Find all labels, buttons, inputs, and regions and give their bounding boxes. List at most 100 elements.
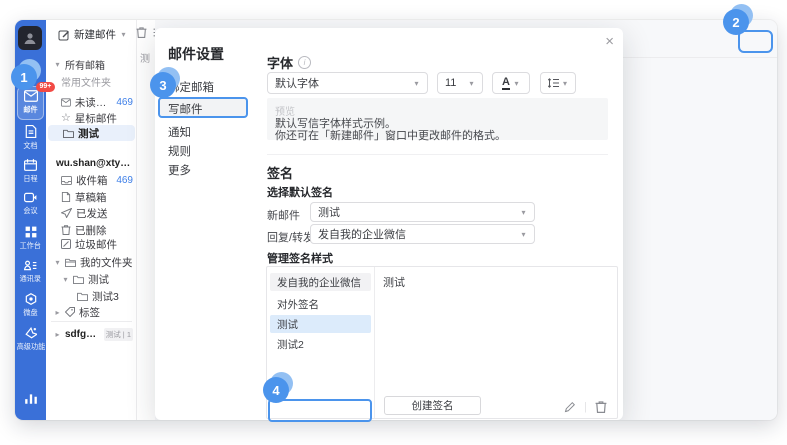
avatar[interactable]: [18, 26, 42, 50]
signature-item-wecom[interactable]: 发自我的企业微信: [270, 273, 371, 291]
document-icon: [25, 125, 37, 138]
account-row-2[interactable]: ▸ sdfghjl@xt... 测试 | 1: [46, 326, 137, 342]
folder-row-starred[interactable]: ☆ 星标邮件: [46, 110, 137, 126]
rail-item-meeting[interactable]: 会议: [15, 192, 46, 216]
folder-panel: 新建邮件 ▾ ▾ 所有邮箱 常用文件夹 未读邮件 469 ☆ 星标邮件 测试 w…: [46, 20, 137, 420]
divider: [267, 154, 608, 155]
person-icon: [22, 30, 38, 46]
grid-icon: [25, 226, 37, 238]
signature-preview-text: 测试: [383, 274, 405, 290]
signature-item-label: 对外签名: [277, 297, 319, 312]
rail-item-workbench[interactable]: 工作台: [15, 226, 46, 251]
create-signature-label: 创建签名: [412, 398, 454, 413]
folder-label: 未读邮件: [75, 95, 113, 110]
signature-item-label: 测试: [277, 317, 298, 332]
rail-item-mail[interactable]: 99+ 邮件: [15, 90, 46, 115]
unread-count: 469: [116, 175, 133, 186]
rail-item-stats[interactable]: [15, 392, 46, 405]
info-icon: i: [298, 56, 311, 69]
folder-label: 收件箱: [76, 173, 108, 188]
video-icon: [24, 192, 37, 203]
account-label: sdfghjl@xt...: [65, 329, 98, 340]
chevron-down-icon: ▾: [520, 230, 527, 239]
folder-row-test3[interactable]: 测试3: [46, 288, 137, 304]
step-number: 1: [11, 64, 37, 90]
signature-section-heading: 签名: [267, 163, 293, 182]
compose-button[interactable]: 新建邮件 ▾: [58, 27, 127, 42]
folder-row-test-sub[interactable]: ▾ 测试: [46, 271, 137, 287]
folder-label: 标签: [79, 305, 100, 320]
font-family-select[interactable]: 默认字体 ▾: [267, 72, 428, 94]
account-row-1[interactable]: wu.shan@xty321....: [46, 155, 137, 171]
caret-right-icon: ▸: [54, 308, 61, 317]
folder-label: 测试: [78, 126, 99, 141]
mail-settings-modal: 邮件设置 × 绑定邮箱 写邮件 通知 规则 更多 字体 i 默认字体 ▾ 11 …: [155, 28, 623, 420]
font-size-select[interactable]: 11 ▾: [437, 72, 483, 94]
step-annotation-3: 3: [150, 72, 176, 98]
folder-row-unread[interactable]: 未读邮件 469: [46, 94, 137, 110]
settings-menu-more[interactable]: 更多: [159, 161, 247, 178]
font-color-letter: A: [502, 77, 510, 90]
folder-row-sent[interactable]: 已发送: [46, 205, 137, 221]
folder-label: 草稿箱: [75, 190, 107, 205]
chevron-down-icon: ▾: [468, 79, 475, 88]
rail-item-advanced[interactable]: 高级功能: [15, 327, 46, 352]
folder-icon: [73, 275, 84, 284]
chevron-down-icon: ▾: [520, 208, 527, 217]
folder-all-mailboxes[interactable]: ▾ 所有邮箱: [46, 56, 137, 72]
mail-icon: [24, 90, 38, 102]
folder-row-test-selected[interactable]: 测试: [48, 125, 135, 141]
folder-row-inbox[interactable]: 收件箱 469: [46, 172, 137, 188]
font-color-button[interactable]: A ▾: [492, 72, 530, 94]
modal-title: 邮件设置: [168, 44, 224, 64]
rail-item-drive[interactable]: 微盘: [15, 293, 46, 318]
settings-menu-rules[interactable]: 规则: [159, 142, 247, 159]
caret-right-icon: ▸: [54, 330, 61, 339]
caret-down-icon: ▾: [54, 60, 61, 69]
folder-row-drafts[interactable]: 草稿箱: [46, 189, 137, 205]
new-mail-signature-select[interactable]: 测试 ▾: [310, 202, 535, 222]
signature-item-test-selected[interactable]: 测试: [270, 315, 371, 333]
toolbar-divider: [623, 57, 777, 58]
draft-icon: [61, 192, 71, 202]
signature-item-test2[interactable]: 测试2: [270, 335, 371, 353]
reply-forward-signature-value: 发自我的企业微信: [318, 226, 406, 242]
folder-row-tags[interactable]: ▸ 标签: [46, 304, 137, 320]
folder-label: 测试: [88, 272, 109, 287]
rail-item-calendar[interactable]: 日程: [15, 159, 46, 184]
line-spacing-button[interactable]: ▾: [540, 72, 576, 94]
delete-signature-icon[interactable]: [595, 401, 607, 413]
account-label: wu.shan@xty321....: [56, 158, 133, 169]
font-heading-label: 字体: [267, 53, 293, 72]
font-section-heading: 字体 i: [267, 53, 311, 72]
preview-line2: 你还可在「新建邮件」窗口中更改邮件的格式。: [275, 127, 506, 143]
folder-row-my-folders[interactable]: ▾ 我的文件夹: [46, 254, 137, 270]
signature-actions: |: [564, 401, 607, 413]
chevron-down-icon: ▾: [562, 79, 569, 88]
mail-list-item-partial: 测: [140, 50, 150, 65]
signature-item-external[interactable]: 对外签名: [270, 295, 371, 313]
folder-label: 我的文件夹: [80, 255, 133, 270]
divider: |: [584, 401, 587, 413]
create-signature-button[interactable]: 创建签名: [384, 396, 481, 415]
send-icon: [61, 208, 72, 218]
delete-mail-icon[interactable]: [136, 27, 147, 38]
step-annotation-4: 4: [263, 377, 289, 403]
edit-signature-icon[interactable]: [564, 401, 576, 413]
settings-menu-notifications[interactable]: 通知: [159, 123, 247, 140]
app-window: 99+ 邮件 文档 日程 会议 工作: [15, 20, 777, 420]
rail-item-contacts[interactable]: 通讯录: [15, 260, 46, 284]
folder-label: 所有邮箱: [65, 57, 105, 72]
folder-row-spam[interactable]: 垃圾邮件: [46, 236, 137, 252]
modal-close-icon[interactable]: ×: [605, 33, 614, 50]
rail-item-docs[interactable]: 文档: [15, 125, 46, 151]
divider: [51, 321, 132, 322]
trash-icon: [61, 225, 71, 235]
star-icon: ☆: [61, 113, 71, 123]
spam-icon: [61, 239, 71, 249]
compose-label: 新建邮件: [74, 27, 116, 42]
contacts-icon: [24, 260, 37, 271]
rail-label: 微盘: [23, 307, 37, 317]
chevron-down-icon: ▾: [120, 30, 127, 39]
reply-forward-signature-select[interactable]: 发自我的企业微信 ▾: [310, 224, 535, 244]
